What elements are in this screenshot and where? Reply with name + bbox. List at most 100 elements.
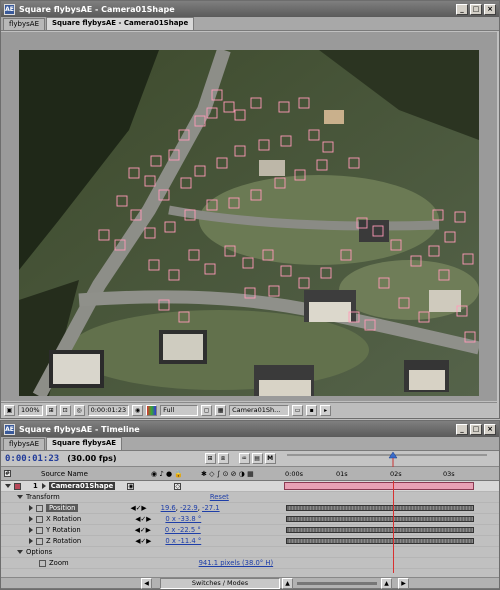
property-row-position[interactable]: Position ◀✓▶ 19.6, -22.9, -27.1 (1, 503, 499, 514)
position-y-value[interactable]: -22.9 (180, 504, 198, 512)
time-ruler[interactable] (283, 451, 491, 467)
options-label: Options (26, 548, 53, 556)
timeline-minimize-button[interactable]: _ (456, 423, 468, 435)
timeline-maximize-button[interactable]: □ (470, 423, 482, 435)
transparency-grid-icon[interactable]: ▦ (215, 404, 227, 416)
timeline-window-title: Square flybysAE - Timeline (19, 424, 140, 434)
z-rotation-expand-icon[interactable] (29, 538, 33, 544)
shy-layers-icon[interactable]: ♒ (238, 453, 250, 464)
camera-layer-icon (41, 483, 46, 489)
position-z-value[interactable]: -27.1 (202, 504, 220, 512)
tab-camera01shape[interactable]: Square flybysAE - Camera01Shape (46, 17, 195, 30)
timeline-zoom-slider[interactable] (297, 581, 377, 585)
position-stopwatch-icon[interactable] (36, 504, 43, 512)
layer-name[interactable]: Camera01Shape (48, 482, 116, 490)
x-rotation-label: X Rotation (46, 515, 82, 523)
draft-3d-icon[interactable]: ⧈ (217, 453, 229, 464)
view-layout-icon[interactable]: ▭ (292, 404, 304, 416)
source-name-header[interactable]: Source Name (41, 470, 88, 478)
y-rotation-expand-icon[interactable] (29, 527, 33, 533)
x-rotation-expand-icon[interactable] (29, 516, 33, 522)
timeline-timecode[interactable]: 0:00:01:23 (5, 454, 59, 464)
timeline-titlebar[interactable]: AE Square flybysAE - Timeline _ □ × (1, 421, 499, 437)
layer-header: # Source Name ◉ ♪ ● 🔒 ✱ ◇ ∫ ⊙ ⊘ ◑ ▦ 0:00… (1, 467, 499, 481)
x-rotation-keyframes[interactable] (286, 515, 474, 522)
x-rotation-keyframe-nav-icon[interactable]: ◀✓▶ (135, 515, 151, 523)
region-of-interest-icon[interactable]: ▢ (201, 404, 213, 416)
z-rotation-keyframes[interactable] (286, 537, 474, 544)
ruler-label-2: 02s (390, 469, 402, 478)
options-row[interactable]: Options (1, 547, 499, 558)
zoom-value[interactable]: 941.1 pixels (38.0° H) (199, 559, 274, 567)
layer-expand-icon[interactable] (5, 484, 11, 488)
grid-icon[interactable]: ⊡ (59, 404, 71, 416)
y-rotation-keyframes[interactable] (286, 526, 474, 533)
ae-app-icon-2: AE (4, 423, 15, 435)
zoom-stopwatch-icon[interactable] (39, 559, 46, 567)
safe-margins-icon[interactable]: ⊞ (45, 404, 57, 416)
property-row-zoom[interactable]: Zoom 941.1 pixels (38.0° H) (1, 558, 499, 569)
comp-flowchart-icon[interactable]: ▪ (306, 404, 318, 416)
z-rotation-keyframe-nav-icon[interactable]: ◀✓▶ (135, 537, 151, 545)
transform-reset-link[interactable]: Reset (210, 493, 229, 501)
switches-header-icons: ◉ ♪ ● 🔒 (151, 469, 184, 478)
zoom-in-icon[interactable]: ▲ (381, 577, 392, 589)
x-rotation-stopwatch-icon[interactable] (36, 515, 43, 523)
frame-blending-icon[interactable]: ▤ (251, 453, 263, 464)
active-camera-select[interactable]: Camera01Sh... (229, 404, 290, 416)
property-row-z-rotation[interactable]: Z Rotation ◀✓▶ 0 x -11.4 ° (1, 536, 499, 547)
region-toggle-icon[interactable]: ▣ (4, 404, 15, 416)
video-switch-icon[interactable]: ◉ (127, 482, 135, 490)
comp-statusbar: ▣ 100% ⊞ ⊡ ◎ 0:00:01:23 ◉ Full ▢ ▦ Camer… (1, 402, 497, 417)
zoom-select[interactable]: 100% (18, 404, 43, 416)
transform-expand-icon[interactable] (17, 495, 23, 499)
label-color-swatch[interactable] (14, 482, 21, 490)
ruler-label-0: 0:00s (285, 469, 303, 478)
comp-timecode[interactable]: 0:00:01:23 (87, 404, 130, 416)
motion-blur-icon[interactable]: M (264, 453, 276, 464)
zoom-out-icon[interactable]: ▲ (282, 577, 293, 589)
timeline-tab-square-flybysae[interactable]: Square flybysAE (46, 437, 123, 450)
layer-number: 1 (33, 482, 38, 490)
layer-duration-bar[interactable] (284, 481, 474, 490)
maximize-button[interactable]: □ (470, 3, 482, 15)
timeline-close-button[interactable]: × (484, 423, 496, 435)
position-keyframe-nav-icon[interactable]: ◀✓▶ (130, 504, 146, 512)
snapshot-icon[interactable]: ◉ (132, 404, 144, 416)
comp-titlebar[interactable]: AE Square flybysAE - Camera01Shape _ □ × (1, 1, 499, 17)
timeline-tab-flybysae[interactable]: flybysAE (3, 438, 45, 450)
minimize-button[interactable]: _ (456, 3, 468, 15)
property-row-x-rotation[interactable]: X Rotation ◀✓▶ 0 x -33.8 ° (1, 514, 499, 525)
switches-modes-toggle[interactable]: Switches / Modes (160, 577, 280, 589)
camera-snapshot-icon[interactable]: ◎ (73, 404, 85, 416)
position-keyframes[interactable] (286, 504, 474, 511)
options-expand-icon[interactable] (17, 550, 23, 554)
property-row-y-rotation[interactable]: Y Rotation ◀✓▶ 0 x -22.5 ° (1, 525, 499, 536)
ruler-label-1: 01s (336, 469, 348, 478)
comp-window-title: Square flybysAE - Camera01Shape (19, 4, 175, 14)
z-rotation-stopwatch-icon[interactable] (36, 537, 43, 545)
timeline-fps: (30.00 fps) (67, 454, 117, 463)
scroll-right-icon[interactable]: ▶ (398, 577, 409, 589)
y-rotation-value[interactable]: 0 x -22.5 ° (165, 526, 201, 534)
comp-viewport[interactable] (1, 32, 497, 401)
label-column-icon: # (4, 470, 11, 477)
transform-row[interactable]: Transform Reset (1, 492, 499, 503)
z-rotation-value[interactable]: 0 x -11.4 ° (165, 537, 201, 545)
comp-tabs: flybysAE Square flybysAE - Camera01Shape (1, 17, 499, 31)
y-rotation-stopwatch-icon[interactable] (36, 526, 43, 534)
show-channel-icon[interactable] (146, 404, 158, 416)
comp-marker-icon[interactable]: ⊞ (204, 453, 216, 464)
view-options-icon[interactable]: ▸ (320, 404, 332, 416)
resolution-select[interactable]: Full (160, 404, 199, 416)
scroll-left-icon[interactable]: ◀ (141, 577, 152, 589)
position-x-value[interactable]: 19.6 (161, 504, 176, 512)
tab-flybysae[interactable]: flybysAE (3, 18, 45, 30)
close-button[interactable]: × (484, 3, 496, 15)
x-rotation-value[interactable]: 0 x -33.8 ° (165, 515, 201, 523)
y-rotation-keyframe-nav-icon[interactable]: ◀✓▶ (135, 526, 151, 534)
layer-row[interactable]: 1 Camera01Shape ◉ ◇ (1, 481, 499, 492)
shy-switch-icon[interactable]: ◇ (174, 482, 182, 490)
position-expand-icon[interactable] (29, 505, 33, 511)
current-time-indicator[interactable] (393, 481, 394, 573)
